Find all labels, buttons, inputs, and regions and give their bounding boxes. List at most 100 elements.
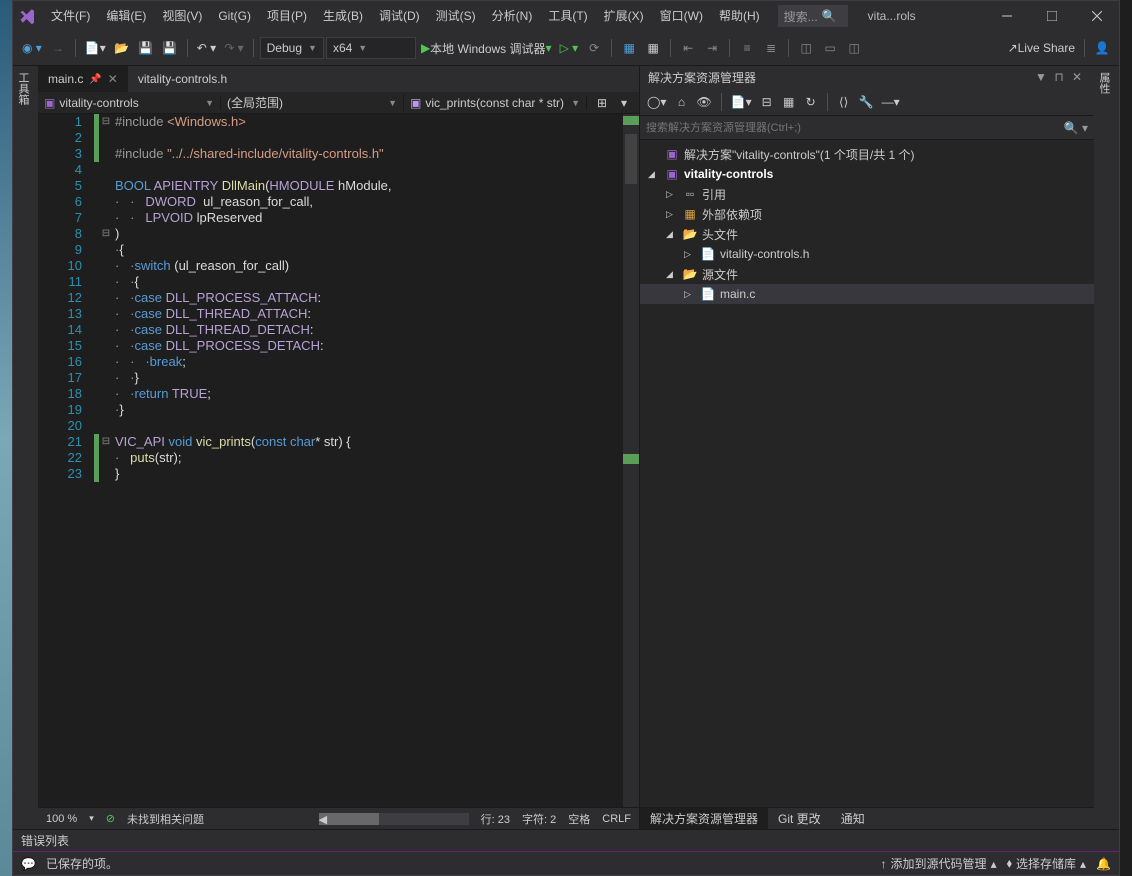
menu-项目(P)[interactable]: 项目(P) [259,1,315,31]
start-nodebug-button[interactable]: ▷ ▾ [557,36,582,60]
se-title: 解决方案资源管理器 ▼ ⊓ ✕ [640,66,1094,88]
sources-folder[interactable]: ◢📂源文件 [640,264,1094,284]
nav-fwd-button[interactable]: → [47,36,69,60]
tb-icon-9[interactable]: ◫ [843,36,865,60]
save-all-button[interactable]: 💾 [159,36,181,60]
title-search[interactable]: 搜索...🔍 [778,5,848,27]
se-tab-git[interactable]: Git 更改 [768,808,831,830]
headers-folder[interactable]: ◢📂头文件 [640,224,1094,244]
menu-窗口(W)[interactable]: 窗口(W) [652,1,711,31]
redo-button[interactable]: ↷ ▾ [221,36,246,60]
new-file-button[interactable]: 📄▾ [82,36,109,60]
se-pin-icon[interactable]: ⊓ [1050,70,1068,84]
project-node[interactable]: ◢▣ vitality-controls [640,164,1094,184]
save-button[interactable]: 💾 [135,36,157,60]
tb-icon-2[interactable]: ▦ [618,36,640,60]
nav-project-combo[interactable]: ▣vitality-controls▼ [38,96,221,110]
se-back-button[interactable]: ◯▾ [644,90,669,114]
header-file[interactable]: ▷📄vitality-controls.h [640,244,1094,264]
saved-label: 已保存的项。 [46,855,118,872]
se-home-button[interactable]: ⌂ [671,90,691,114]
se-preview-button[interactable]: —▾ [879,90,903,114]
config-dropdown[interactable]: Debug▼ [260,37,324,59]
right-rail: 属性 [1094,66,1119,829]
properties-tab[interactable]: 属性 [1094,66,1114,829]
se-showall-button[interactable]: ▦ [779,90,799,114]
indent-button[interactable]: ⇥ [701,36,723,60]
add-source-control[interactable]: ↑ 添加到源代码管理 ▴ [881,855,997,872]
menu-视图(V)[interactable]: 视图(V) [154,1,210,31]
pin-icon[interactable]: 📌 [89,74,101,85]
se-tab-notify[interactable]: 通知 [831,808,875,830]
split-button[interactable]: ⊞ [591,91,613,115]
se-dropdown-icon[interactable]: ▼ [1032,70,1050,84]
code-editor[interactable]: 1234567891011121314151617181920212223 ⊟⊟… [38,114,639,807]
vs-window: 文件(F)编辑(E)视图(V)Git(G)项目(P)生成(B)调试(D)测试(S… [12,0,1120,876]
se-code-button[interactable]: ⟨⟩ [834,90,854,114]
live-share-button[interactable]: ↗ Live Share [1005,36,1078,60]
zoom-level[interactable]: 100 % [46,813,77,825]
se-collapse-button[interactable]: ⊟ [757,90,777,114]
se-close-icon[interactable]: ✕ [1068,70,1086,84]
vs-logo-icon [13,1,43,31]
nav-member-combo[interactable]: ▣vic_prints(const char * str)▼ [404,96,587,110]
se-tab-explorer[interactable]: 解决方案资源管理器 [640,808,768,830]
undo-button[interactable]: ↶ ▾ [194,36,219,60]
file-tab-header[interactable]: vitality-controls.h [128,66,237,92]
menu-调试(D)[interactable]: 调试(D) [371,1,428,31]
open-button[interactable]: 📂 [111,36,133,60]
refs-node[interactable]: ▷▫▫引用 [640,184,1094,204]
search-icon: 🔍 [822,9,837,23]
tb-icon-8[interactable]: ▭ [819,36,841,60]
platform-dropdown[interactable]: x64▼ [326,37,416,59]
solution-node[interactable]: ▣ 解决方案"vitality-controls"(1 个项目/共 1 个) [640,144,1094,164]
tb-icon-1[interactable]: ⟳ [583,36,605,60]
bell-icon[interactable]: 🔔 [1096,857,1111,871]
outdent-button[interactable]: ⇤ [677,36,699,60]
menu-测试(S)[interactable]: 测试(S) [428,1,484,31]
output-icon[interactable]: 💬 [21,857,36,871]
menu-扩展(X)[interactable]: 扩展(X) [596,1,652,31]
source-file[interactable]: ▷📄main.c [640,284,1094,304]
se-doc-button[interactable]: 📄▾ [728,90,755,114]
crlf-label[interactable]: CRLF [602,813,631,825]
comment-button[interactable]: ≡ [736,36,758,60]
external-deps-node[interactable]: ▷▦外部依赖项 [640,204,1094,224]
minimize-button[interactable] [984,1,1029,31]
maximize-button[interactable] [1029,1,1074,31]
se-sync-button[interactable]: 👁 [693,90,714,114]
bookmark-button[interactable]: ◫ [795,36,817,60]
nav-back-button[interactable]: ◉ ▾ [19,36,45,60]
solution-title: vita...rols [868,9,916,23]
tb-icon-3[interactable]: ▦ [642,36,664,60]
close-button[interactable] [1074,1,1119,31]
menu-文件(F)[interactable]: 文件(F) [43,1,98,31]
se-search-input[interactable] [646,122,1064,134]
select-repo[interactable]: ⬧ 选择存储库 ▴ [1007,855,1086,872]
file-tab-main[interactable]: main.c 📌 ✕ [38,66,128,92]
no-issues-label: 未找到相关问题 [127,811,204,827]
se-search[interactable]: 🔍 ▾ [640,116,1094,140]
menu-工具(T)[interactable]: 工具(T) [540,1,595,31]
uncomment-button[interactable]: ≣ [760,36,782,60]
menu-Git(G)[interactable]: Git(G) [210,1,259,31]
se-refresh-button[interactable]: ↻ [801,90,821,114]
menu-帮助(H)[interactable]: 帮助(H) [711,1,768,31]
nav-scope-combo[interactable]: (全局范围)▼ [221,94,404,111]
status-bar: 💬 已保存的项。 ↑ 添加到源代码管理 ▴ ⬧ 选择存储库 ▴ 🔔 [13,851,1119,875]
error-list-tab[interactable]: 错误列表 [13,829,1119,851]
editor-scrollbar[interactable] [623,114,639,807]
file-tabs: main.c 📌 ✕ vitality-controls.h [38,66,639,92]
se-props-button[interactable]: 🔧 [856,90,877,114]
close-icon[interactable]: ✕ [108,72,118,86]
h-scrollbar[interactable]: ◀ [319,813,469,825]
menu-生成(B)[interactable]: 生成(B) [315,1,371,31]
char-label: 字符: 2 [522,811,556,827]
toolbox-tab[interactable]: 工具箱 [13,66,33,829]
nav-expand-button[interactable]: ▾ [613,91,635,115]
start-debug-button[interactable]: ▶ 本地 Windows 调试器 ▾ [418,36,555,60]
menu-分析(N)[interactable]: 分析(N) [484,1,541,31]
admin-button[interactable]: 👤 [1091,36,1113,60]
spaces-label[interactable]: 空格 [568,811,590,827]
menu-编辑(E)[interactable]: 编辑(E) [98,1,154,31]
